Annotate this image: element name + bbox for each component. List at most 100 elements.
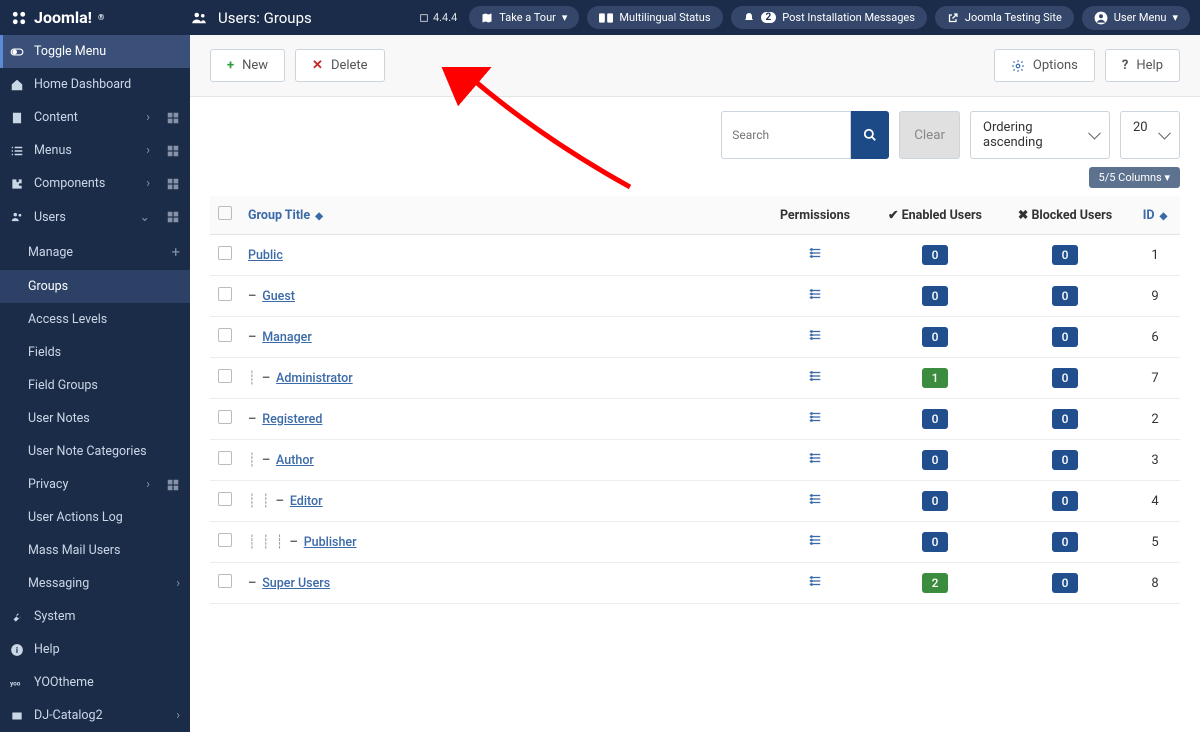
permissions-icon[interactable] (807, 574, 823, 588)
group-link[interactable]: Author (276, 453, 314, 468)
blocked-count[interactable]: 0 (1052, 327, 1079, 347)
col-group-title[interactable]: Group Title ◆ (240, 196, 760, 235)
search-input[interactable] (721, 111, 851, 159)
blocked-count[interactable]: 0 (1052, 368, 1079, 388)
group-link[interactable]: Administrator (276, 371, 353, 386)
blocked-count[interactable]: 0 (1052, 491, 1079, 511)
permissions-icon[interactable] (807, 410, 823, 424)
row-checkbox[interactable] (218, 246, 232, 260)
blocked-count[interactable]: 0 (1052, 409, 1079, 429)
sidebar-sub-messaging[interactable]: Messaging› (0, 567, 190, 600)
group-link[interactable]: Editor (290, 494, 323, 509)
pagesize-select[interactable]: 20 (1120, 111, 1180, 159)
toggle-menu[interactable]: Toggle Menu (0, 35, 190, 68)
sidebar-item-content[interactable]: Content› (0, 101, 190, 134)
enabled-count[interactable]: 1 (922, 368, 949, 388)
plus-icon[interactable]: + (171, 243, 180, 261)
chevron-right-icon: › (176, 576, 180, 591)
select-all-checkbox[interactable] (218, 206, 232, 220)
file-icon (10, 111, 24, 125)
search-icon (863, 128, 877, 142)
permissions-icon[interactable] (807, 451, 823, 465)
col-id[interactable]: ID ◆ (1130, 196, 1180, 235)
enabled-count[interactable]: 0 (922, 450, 949, 470)
sidebar-sub-user-notes[interactable]: User Notes (0, 402, 190, 435)
search-button[interactable] (851, 111, 889, 159)
sidebar-item-help[interactable]: iHelp (0, 633, 190, 666)
row-checkbox[interactable] (218, 492, 232, 506)
permissions-icon[interactable] (807, 369, 823, 383)
permissions-icon[interactable] (807, 287, 823, 301)
multilingual-button[interactable]: Multilingual Status (587, 6, 722, 29)
sidebar-sub-groups[interactable]: Groups (0, 270, 190, 303)
enabled-count[interactable]: 0 (922, 409, 949, 429)
user-menu-button[interactable]: User Menu ▾ (1082, 6, 1190, 30)
row-checkbox[interactable] (218, 328, 232, 342)
permissions-icon[interactable] (807, 533, 823, 547)
enabled-count[interactable]: 0 (922, 327, 949, 347)
brand-logo[interactable]: Joomla! ® (10, 8, 190, 27)
chevron-right-icon: › (146, 176, 150, 191)
row-id: 6 (1130, 317, 1180, 358)
group-link[interactable]: Super Users (262, 576, 330, 591)
blocked-count[interactable]: 0 (1052, 245, 1079, 265)
enabled-count[interactable]: 0 (922, 245, 949, 265)
dashboard-icon[interactable] (166, 177, 180, 191)
delete-button[interactable]: ✕Delete (295, 49, 385, 82)
sidebar-sub-field-groups[interactable]: Field Groups (0, 369, 190, 402)
frontend-link[interactable]: Joomla Testing Site (935, 6, 1074, 29)
ordering-select[interactable]: Ordering ascending (970, 111, 1110, 159)
sidebar-sub-user-actions-log[interactable]: User Actions Log (0, 501, 190, 534)
sidebar-item-menus[interactable]: Menus› (0, 134, 190, 167)
group-link[interactable]: Registered (262, 412, 322, 427)
blocked-count[interactable]: 0 (1052, 573, 1079, 593)
enabled-count[interactable]: 0 (922, 286, 949, 306)
dashboard-icon[interactable] (166, 111, 180, 125)
sidebar-item-system[interactable]: System (0, 600, 190, 633)
blocked-count[interactable]: 0 (1052, 450, 1079, 470)
enabled-count[interactable]: 2 (922, 573, 949, 593)
sidebar-sub-user-note-categories[interactable]: User Note Categories (0, 435, 190, 468)
row-checkbox[interactable] (218, 533, 232, 547)
blocked-count[interactable]: 0 (1052, 286, 1079, 306)
row-checkbox[interactable] (218, 369, 232, 383)
columns-button[interactable]: 5/5 Columns ▾ (1089, 167, 1180, 188)
dashboard-icon[interactable] (166, 210, 180, 224)
permissions-icon[interactable] (807, 328, 823, 342)
options-button[interactable]: Options (994, 49, 1095, 82)
sidebar-sub-manage[interactable]: Manage+ (0, 234, 190, 270)
enabled-count[interactable]: 0 (922, 532, 949, 552)
row-checkbox[interactable] (218, 287, 232, 301)
sidebar-sub-fields[interactable]: Fields (0, 336, 190, 369)
check-icon: ✔ (888, 208, 898, 223)
take-tour-button[interactable]: Take a Tour ▾ (469, 6, 579, 29)
sidebar-item-components[interactable]: Components› (0, 167, 190, 200)
dashboard-icon[interactable] (166, 478, 180, 492)
permissions-icon[interactable] (807, 492, 823, 506)
sidebar-item-yootheme[interactable]: yooYOOtheme (0, 666, 190, 699)
sidebar-item-dj-catalog2[interactable]: DJ-Catalog2› (0, 699, 190, 732)
group-link[interactable]: Guest (262, 289, 295, 304)
dashboard-icon[interactable] (166, 144, 180, 158)
group-link[interactable]: Manager (262, 330, 312, 345)
table-row: ┊ ┊ ┊ – Publisher005 (210, 522, 1180, 563)
post-install-button[interactable]: 2 Post Installation Messages (731, 6, 927, 29)
sidebar-sub-access-levels[interactable]: Access Levels (0, 303, 190, 336)
row-checkbox[interactable] (218, 574, 232, 588)
sidebar-item-users[interactable]: Users⌄ (0, 200, 190, 234)
help-button[interactable]: ?Help (1105, 49, 1180, 82)
chevron-right-icon: › (146, 477, 150, 492)
sidebar-item-home-dashboard[interactable]: Home Dashboard (0, 68, 190, 101)
row-checkbox[interactable] (218, 410, 232, 424)
permissions-icon[interactable] (807, 246, 823, 260)
new-button[interactable]: +New (210, 49, 285, 82)
sidebar-sub-privacy[interactable]: Privacy› (0, 468, 190, 501)
chevron-right-icon: › (146, 110, 150, 125)
group-link[interactable]: Publisher (304, 535, 357, 550)
sidebar-sub-mass-mail-users[interactable]: Mass Mail Users (0, 534, 190, 567)
clear-button[interactable]: Clear (899, 111, 960, 159)
blocked-count[interactable]: 0 (1052, 532, 1079, 552)
enabled-count[interactable]: 0 (922, 491, 949, 511)
group-link[interactable]: Public (248, 248, 283, 263)
row-checkbox[interactable] (218, 451, 232, 465)
